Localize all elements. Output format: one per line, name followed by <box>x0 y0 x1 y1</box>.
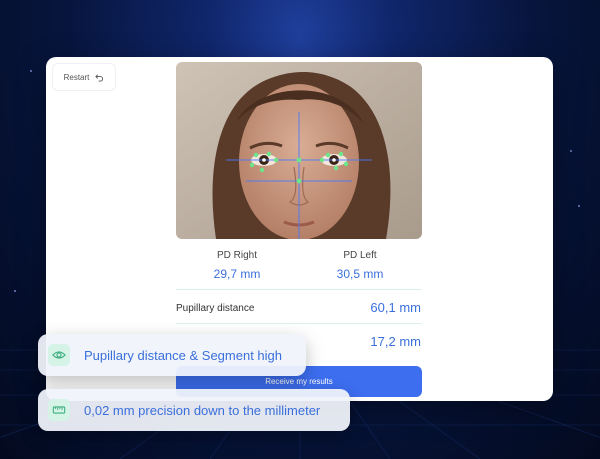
pd-left-value: 30,5 mm <box>336 267 384 281</box>
pupillary-distance-value: 60,1 mm <box>370 300 421 315</box>
pd-right-value: 29,7 mm <box>213 267 261 281</box>
restart-button[interactable]: Restart <box>52 63 116 91</box>
feature-precision-text: 0,02 mm precision down to the millimeter <box>84 402 321 418</box>
star <box>14 290 16 292</box>
restart-label: Restart <box>63 72 90 82</box>
pd-right: PD Right 29,7 mm <box>182 250 292 281</box>
feature-pd-text: Pupillary distance & Segment high <box>84 347 283 363</box>
feature-pill-precision: 0,02 mm precision down to the millimeter <box>38 389 350 431</box>
face-photo <box>176 62 422 239</box>
eye-icon <box>48 344 70 366</box>
star <box>578 205 580 207</box>
pupillary-distance-label: Pupillary distance <box>176 303 255 314</box>
star <box>570 150 572 152</box>
segment-height-value: 17,2 mm <box>370 334 421 349</box>
pd-left-label: PD Left <box>343 250 377 261</box>
undo-arrow-icon <box>95 73 104 82</box>
divider <box>176 323 422 324</box>
pd-left: PD Left 30,5 mm <box>305 250 415 281</box>
star <box>30 70 32 72</box>
pd-right-label: PD Right <box>216 250 257 261</box>
divider <box>176 289 422 290</box>
ruler-icon <box>48 399 70 421</box>
receive-results-label: Receive my results <box>265 377 333 386</box>
feature-pill-pd: Pupillary distance & Segment high <box>38 334 306 376</box>
